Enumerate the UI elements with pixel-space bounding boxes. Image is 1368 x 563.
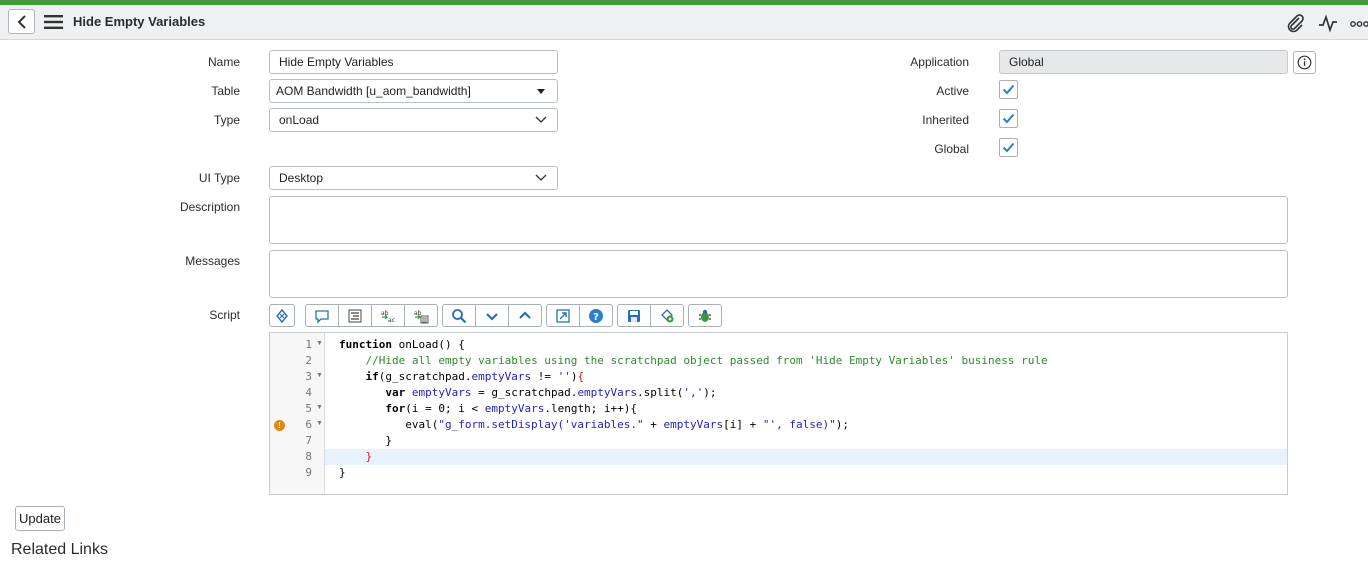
application-value: Global bbox=[1009, 55, 1044, 69]
replace-all-icon: ab bbox=[414, 310, 429, 323]
fold-arrow-icon[interactable]: ▼ bbox=[316, 372, 323, 379]
checkmark-icon bbox=[1002, 142, 1015, 153]
checkmark-icon bbox=[1002, 113, 1015, 124]
type-value: onLoad bbox=[279, 113, 320, 127]
svg-text:ab: ab bbox=[381, 310, 389, 317]
line-number: 8 bbox=[305, 450, 312, 463]
script-label: Script bbox=[209, 308, 240, 322]
debug-button[interactable] bbox=[688, 304, 722, 327]
search-icon bbox=[452, 308, 467, 323]
hamburger-menu-icon[interactable] bbox=[44, 14, 63, 30]
code-line: if(g_scratchpad.emptyVars != ''){ bbox=[365, 370, 585, 383]
name-value: Hide Empty Variables bbox=[279, 55, 394, 69]
table-label: Table bbox=[211, 84, 240, 98]
code-line: function onLoad() { bbox=[339, 338, 465, 351]
line-number: 5 bbox=[305, 402, 312, 415]
script-editor[interactable]: ! 1 2 3 4 5 6 7 8 9 ▼ ▼ ▼ ▼ function onL… bbox=[269, 332, 1288, 495]
script-include-icon bbox=[661, 308, 674, 322]
comment-icon bbox=[315, 309, 329, 324]
inherited-checkbox[interactable] bbox=[999, 109, 1018, 128]
table-value: AOM Bandwidth [u_aom_bandwidth] bbox=[276, 84, 471, 98]
active-label: Active bbox=[936, 84, 969, 98]
code-line: } bbox=[339, 434, 392, 447]
fold-arrow-icon[interactable]: ▼ bbox=[316, 404, 323, 411]
type-select[interactable]: onLoad bbox=[269, 108, 558, 132]
inherited-label: Inherited bbox=[922, 113, 969, 127]
ui-type-select[interactable]: Desktop bbox=[269, 166, 558, 190]
help-icon: ? bbox=[589, 308, 603, 323]
name-label: Name bbox=[207, 55, 240, 69]
format-code-button[interactable] bbox=[338, 304, 372, 327]
ui-type-value: Desktop bbox=[279, 171, 324, 185]
chevron-down-icon bbox=[535, 116, 547, 123]
replace-button[interactable]: ab ac bbox=[371, 304, 405, 327]
code-line: } bbox=[339, 466, 346, 479]
replace-all-button[interactable]: ab bbox=[404, 304, 438, 327]
related-links-heading: Related Links bbox=[11, 541, 108, 558]
chevron-down-icon bbox=[535, 174, 547, 181]
debug-icon bbox=[699, 309, 711, 322]
back-button[interactable] bbox=[8, 9, 35, 34]
fold-up-icon bbox=[519, 310, 531, 319]
type-label: Type bbox=[213, 113, 240, 127]
application-label: Application bbox=[910, 55, 969, 69]
toggle-syntax-button[interactable] bbox=[269, 304, 295, 327]
description-label: Description bbox=[179, 200, 240, 214]
save-icon bbox=[628, 309, 640, 322]
line-number: 1 bbox=[305, 338, 312, 351]
caret-down-icon[interactable] bbox=[534, 86, 548, 96]
line-number: 2 bbox=[305, 354, 312, 367]
format-code-icon bbox=[348, 309, 362, 322]
line-number: 9 bbox=[305, 466, 312, 479]
line-number: 3 bbox=[305, 370, 312, 383]
help-button[interactable]: ? bbox=[579, 304, 613, 327]
fold-down-button[interactable] bbox=[475, 304, 509, 327]
code-line: for(i = 0; i < emptyVars.length; i++){ bbox=[385, 402, 638, 415]
code-line: eval("g_form.setDisplay('variables." + e… bbox=[339, 418, 849, 431]
svg-text:ac: ac bbox=[388, 317, 395, 324]
info-icon bbox=[1297, 55, 1312, 70]
name-input[interactable]: Hide Empty Variables bbox=[269, 50, 558, 74]
page-title: Hide Empty Variables bbox=[73, 14, 206, 29]
global-checkbox[interactable] bbox=[999, 138, 1018, 157]
application-info-button[interactable] bbox=[1293, 51, 1316, 74]
line-number: 7 bbox=[305, 434, 312, 447]
form-header: Hide Empty Variables bbox=[0, 5, 1368, 40]
code-area[interactable]: function onLoad() { //Hide all empty var… bbox=[325, 333, 1287, 494]
editor-gutter: ! 1 2 3 4 5 6 7 8 9 ▼ ▼ ▼ ▼ bbox=[270, 333, 325, 494]
comment-button[interactable] bbox=[305, 304, 339, 327]
fullscreen-icon bbox=[556, 308, 570, 323]
messages-textarea[interactable] bbox=[269, 250, 1288, 298]
fold-up-button[interactable] bbox=[508, 304, 542, 327]
ui-type-label: UI Type bbox=[198, 171, 240, 185]
svg-text:?: ? bbox=[593, 312, 599, 323]
code-line: } bbox=[365, 450, 373, 463]
search-button[interactable] bbox=[442, 304, 476, 327]
line-number: 6 bbox=[305, 418, 312, 431]
svg-text:ab: ab bbox=[414, 310, 422, 317]
checkmark-icon bbox=[1002, 84, 1015, 95]
script-include-button[interactable] bbox=[650, 304, 684, 327]
messages-label: Messages bbox=[185, 254, 240, 268]
table-reference-field[interactable]: AOM Bandwidth [u_aom_bandwidth] bbox=[269, 79, 558, 103]
fold-arrow-icon[interactable]: ▼ bbox=[316, 420, 323, 427]
fullscreen-button[interactable] bbox=[546, 304, 580, 327]
global-label: Global bbox=[934, 142, 969, 156]
fold-down-icon bbox=[486, 312, 498, 321]
activity-pulse-icon[interactable] bbox=[1318, 13, 1338, 33]
description-textarea[interactable] bbox=[269, 196, 1288, 244]
replace-icon: abac bbox=[381, 310, 395, 324]
code-line: var emptyVars = g_scratchpad.emptyVars.s… bbox=[385, 386, 717, 399]
fold-arrow-icon[interactable]: ▼ bbox=[316, 340, 323, 347]
line-number: 4 bbox=[305, 386, 312, 399]
more-options-icon[interactable] bbox=[1350, 13, 1368, 33]
update-button[interactable]: Update bbox=[15, 506, 65, 531]
toggle-syntax-icon bbox=[276, 308, 288, 323]
paperclip-icon[interactable] bbox=[1285, 13, 1305, 33]
save-script-button[interactable] bbox=[617, 304, 651, 327]
code-line: //Hide all empty variables using the scr… bbox=[365, 354, 1048, 367]
application-field: Global bbox=[999, 50, 1288, 74]
active-checkbox[interactable] bbox=[999, 80, 1018, 99]
back-icon bbox=[17, 14, 26, 29]
